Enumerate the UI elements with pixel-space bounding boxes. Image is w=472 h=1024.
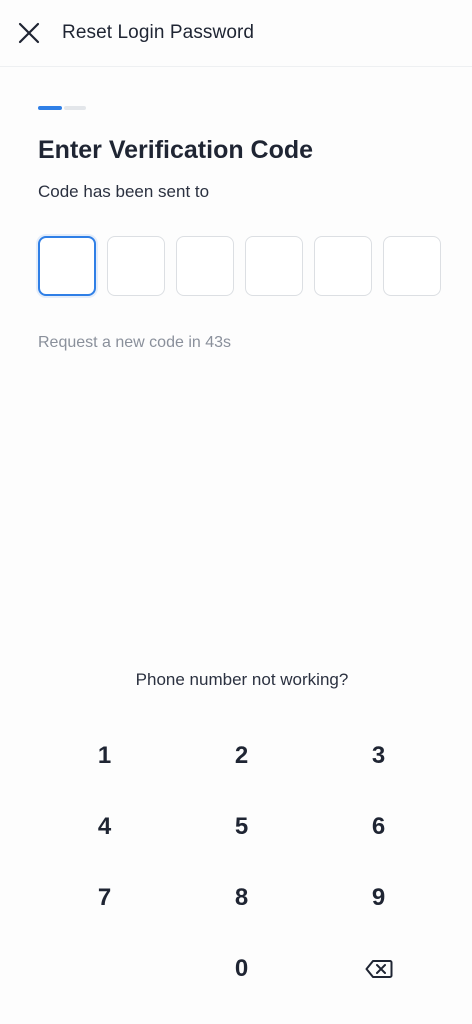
phone-not-working-link[interactable]: Phone number not working? [0,670,472,690]
close-icon [18,22,40,44]
key-9[interactable]: 9 [310,862,447,933]
key-6[interactable]: 6 [310,791,447,862]
code-sent-text: Code has been sent to [38,182,210,201]
key-4[interactable]: 4 [36,791,173,862]
backspace-key[interactable] [310,933,447,1004]
step-progress [38,106,88,110]
code-digit-box-4[interactable] [245,236,303,296]
key-8[interactable]: 8 [173,862,310,933]
resend-countdown: Request a new code in 43s [38,334,232,351]
verification-code-input[interactable] [38,236,441,296]
key-7[interactable]: 7 [36,862,173,933]
page-title: Enter Verification Code [38,136,314,164]
close-button[interactable] [16,20,42,46]
numeric-keypad: 1 2 3 4 5 6 7 8 9 0 [36,720,448,1004]
key-3[interactable]: 3 [310,720,447,791]
code-digit-box-5[interactable] [314,236,372,296]
key-2[interactable]: 2 [173,720,310,791]
progress-step-remaining [64,106,86,110]
code-digit-box-2[interactable] [107,236,165,296]
key-5[interactable]: 5 [173,791,310,862]
top-bar: Reset Login Password [0,0,472,67]
code-digit-box-3[interactable] [176,236,234,296]
page-header-title: Reset Login Password [62,22,255,43]
key-empty [36,933,173,1004]
backspace-icon [365,959,392,978]
code-digit-box-6[interactable] [383,236,441,296]
key-0[interactable]: 0 [173,933,310,1004]
key-1[interactable]: 1 [36,720,173,791]
code-digit-box-1[interactable] [38,236,96,296]
progress-step-active [38,106,62,110]
